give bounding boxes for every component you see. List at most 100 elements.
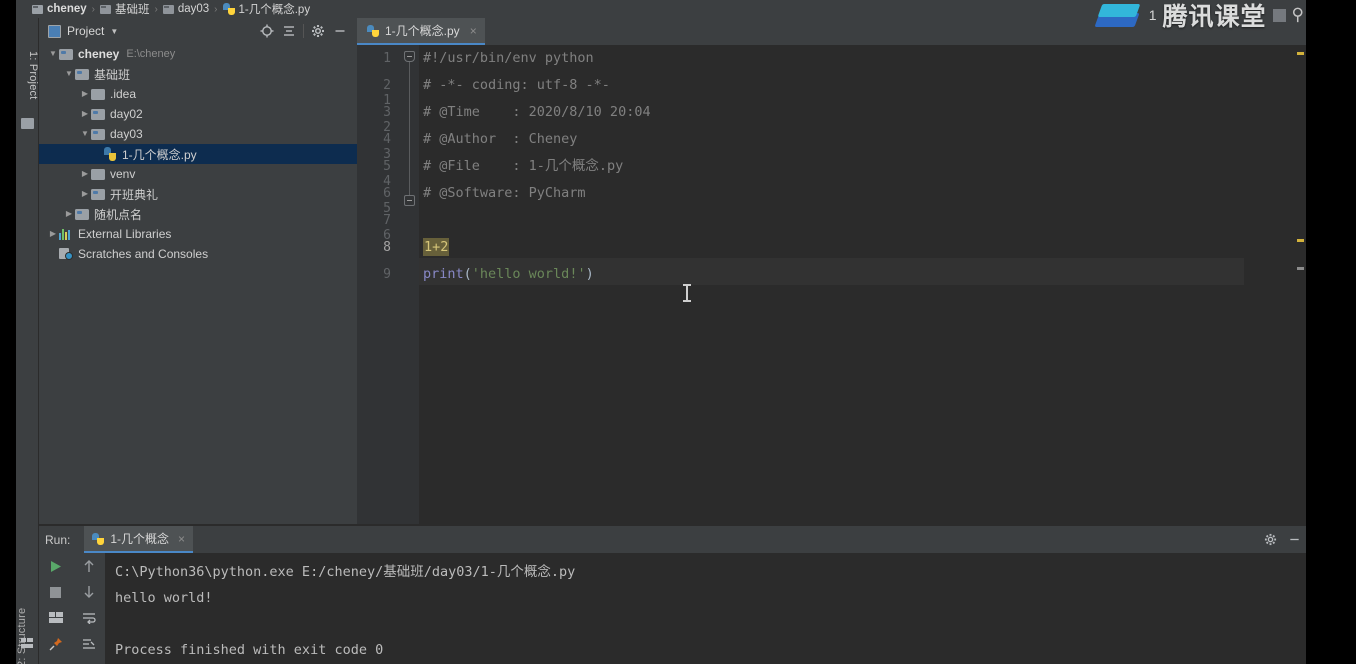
close-icon[interactable]: × xyxy=(470,24,477,38)
tree-item-idea[interactable]: ▶ .idea xyxy=(39,84,357,104)
fold-track xyxy=(409,59,410,201)
python-file-icon xyxy=(223,3,235,15)
folder-src-icon xyxy=(91,129,105,140)
external-libraries-icon xyxy=(59,228,73,240)
line-number: 9 xyxy=(361,267,391,282)
gear-icon[interactable] xyxy=(1258,529,1282,551)
locate-icon[interactable] xyxy=(256,21,278,41)
letterbox-right xyxy=(1306,0,1356,664)
line-number: 4 xyxy=(361,132,391,147)
left-tool-strip: 1: Project 2: Structure xyxy=(16,18,39,664)
breadcrumb-item-jichuban[interactable]: 基础班 xyxy=(100,1,150,17)
python-file-icon xyxy=(92,533,104,545)
gear-icon[interactable] xyxy=(307,21,329,41)
breadcrumb-label: 1-几个概念.py xyxy=(239,1,311,17)
folder-src-icon xyxy=(91,109,105,120)
line-number: 8 xyxy=(361,240,391,255)
code-line-3: # @Time : 2020/8/10 20:04 xyxy=(423,99,651,126)
run-tab-label: 1-几个概念 xyxy=(110,530,169,547)
line-number: 6 xyxy=(361,186,391,201)
breadcrumb-label: cheney xyxy=(47,3,87,15)
scroll-down-icon[interactable] xyxy=(72,579,105,605)
tree-item-file-selected[interactable]: 1-几个概念.py xyxy=(39,144,357,164)
breadcrumb-item-day03[interactable]: day03 xyxy=(163,3,209,15)
editor-tab-active[interactable]: 1-几个概念.py × xyxy=(357,18,485,45)
tree-item-external-libraries[interactable]: ▶ External Libraries xyxy=(39,224,357,244)
chevron-right-icon[interactable]: ▶ xyxy=(79,164,91,184)
tree-item-label: day03 xyxy=(110,127,143,141)
code-line-4: # @Author : Cheney xyxy=(423,126,577,153)
line-number: 3 xyxy=(361,105,391,120)
chevron-right-icon[interactable]: ▶ xyxy=(79,84,91,104)
folder-icon xyxy=(32,5,43,14)
run-label: Run: xyxy=(45,533,70,547)
code-line-5: # @File : 1-几个概念.py xyxy=(423,153,623,180)
fold-marker-icon[interactable] xyxy=(404,51,415,62)
breadcrumb-item-cheney[interactable]: cheney xyxy=(32,3,87,15)
editor-gutter[interactable]: 1 2 3 4 5 6 1 2 3 4 5 6 7 8 9 xyxy=(357,45,419,526)
stop-icon[interactable] xyxy=(39,579,72,605)
line-number: 2 xyxy=(361,78,391,93)
project-tree[interactable]: ▼ cheney E:\cheney ▼ 基础班 ▶ .idea ▶ da xyxy=(39,44,357,526)
breadcrumb-item-file[interactable]: 1-几个概念.py xyxy=(223,1,311,17)
tree-item-day02[interactable]: ▶ day02 xyxy=(39,104,357,124)
folder-icon xyxy=(91,89,105,100)
scratches-icon xyxy=(59,248,73,260)
chevron-right-icon[interactable]: ▶ xyxy=(79,104,91,124)
close-icon[interactable]: × xyxy=(178,532,185,546)
code-content[interactable]: #!/usr/bin/env python # -*- coding: utf-… xyxy=(419,45,1306,526)
tree-item-cheney[interactable]: ▼ cheney E:\cheney xyxy=(39,44,357,64)
console-line: Process finished with exit code 0 xyxy=(115,637,1306,663)
rerun-icon[interactable] xyxy=(39,553,72,579)
sidebar-tab-structure[interactable]: 2: Structure xyxy=(16,598,39,664)
pycharm-window: cheney › 基础班 › day03 › 1-几个概念.py 1: Proj… xyxy=(0,0,1356,664)
collapse-all-icon[interactable] xyxy=(278,21,300,41)
folder-src-icon xyxy=(59,49,73,60)
project-panel-title: Project xyxy=(67,24,104,38)
tree-item-suijidianming[interactable]: ▶ 随机点名 xyxy=(39,204,357,224)
scroll-marker[interactable] xyxy=(1297,52,1304,55)
soft-wrap-icon[interactable] xyxy=(72,605,105,631)
folder-icon xyxy=(100,5,111,14)
folder-icon xyxy=(21,118,34,129)
layout-icon[interactable] xyxy=(39,605,72,631)
structure-grid-icon xyxy=(21,638,34,649)
minimize-icon[interactable] xyxy=(1282,529,1306,551)
run-panel: Run: 1-几个概念 × xyxy=(39,526,1306,664)
run-console-output[interactable]: C:\Python36\python.exe E:/cheney/基础班/day… xyxy=(105,553,1306,664)
code-line-8: 1+2 xyxy=(423,234,449,261)
chevron-down-icon[interactable]: ▼ xyxy=(110,27,118,36)
editor-tab-bar: 1-几个概念.py × xyxy=(357,18,1306,45)
scroll-up-icon[interactable] xyxy=(72,553,105,579)
chevron-right-icon[interactable]: ▶ xyxy=(63,204,75,224)
pin-icon[interactable] xyxy=(39,631,72,657)
chevron-down-icon[interactable]: ▼ xyxy=(79,124,91,144)
mouse-text-cursor xyxy=(686,285,688,301)
editor-area: 1-几个概念.py × 1 2 3 4 5 6 1 2 3 4 5 6 xyxy=(357,18,1306,526)
scroll-to-end-icon[interactable] xyxy=(72,631,105,657)
tree-item-path: E:\cheney xyxy=(126,48,175,60)
tree-item-jichuban[interactable]: ▼ 基础班 xyxy=(39,64,357,84)
divider xyxy=(303,24,304,38)
tree-item-venv[interactable]: ▶ venv xyxy=(39,164,357,184)
tree-item-kaibandianli[interactable]: ▶ 开班典礼 xyxy=(39,184,357,204)
minimize-icon[interactable] xyxy=(329,21,351,41)
scroll-marker[interactable] xyxy=(1297,239,1304,242)
run-tab[interactable]: 1-几个概念 × xyxy=(84,526,193,553)
line-number: 7 xyxy=(361,213,391,228)
editor-body[interactable]: 1 2 3 4 5 6 1 2 3 4 5 6 7 8 9 xyxy=(357,45,1306,526)
project-icon xyxy=(48,25,61,38)
tree-item-day03[interactable]: ▼ day03 xyxy=(39,124,357,144)
fold-marker-icon[interactable] xyxy=(404,195,415,206)
project-panel: Project ▼ xyxy=(39,18,357,526)
chevron-down-icon[interactable]: ▼ xyxy=(63,64,75,84)
scroll-marker[interactable] xyxy=(1297,267,1304,270)
sidebar-tab-project[interactable]: 1: Project xyxy=(16,40,39,110)
tree-item-scratches[interactable]: Scratches and Consoles xyxy=(39,244,357,264)
code-line-2: # -*- coding: utf-8 -*- xyxy=(423,72,610,99)
chevron-right-icon[interactable]: ▶ xyxy=(47,224,59,244)
run-panel-header: Run: 1-几个概念 × xyxy=(39,526,1306,553)
editor-scroll-markers[interactable] xyxy=(1294,45,1306,526)
chevron-right-icon[interactable]: ▶ xyxy=(79,184,91,204)
chevron-down-icon[interactable]: ▼ xyxy=(47,44,59,64)
